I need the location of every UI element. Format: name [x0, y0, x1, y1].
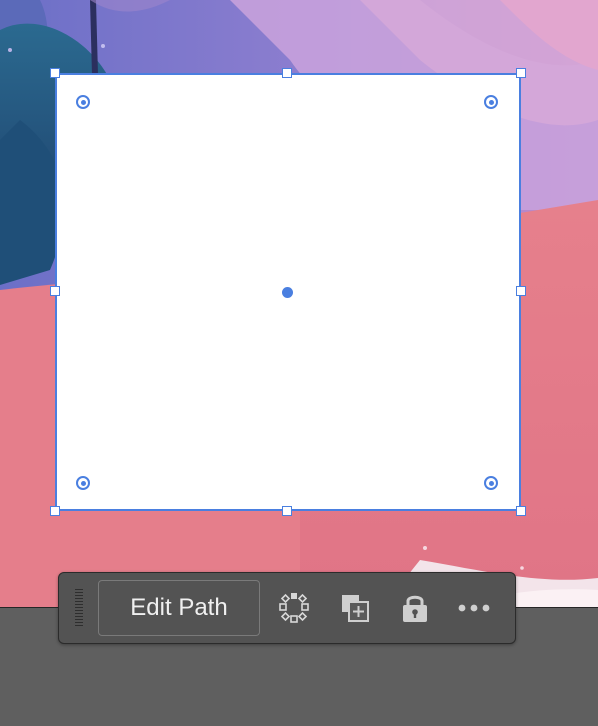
resize-handle-right[interactable] [516, 286, 526, 296]
lock-icon[interactable] [398, 591, 432, 625]
center-point[interactable] [281, 286, 293, 298]
resize-handle-bottom-right[interactable] [516, 506, 526, 516]
corner-radius-widget-bottom-right[interactable] [484, 476, 498, 490]
resize-handle-bottom[interactable] [282, 506, 292, 516]
resize-handle-top-left[interactable] [50, 68, 60, 78]
contextual-task-bar: Edit Path [58, 572, 516, 644]
resize-handle-left[interactable] [50, 286, 60, 296]
transform-points-icon[interactable] [277, 591, 311, 625]
drag-grip-icon[interactable] [75, 589, 83, 629]
resize-handle-top[interactable] [282, 68, 292, 78]
corner-radius-widget-top-left[interactable] [76, 95, 90, 109]
edit-path-button[interactable]: Edit Path [98, 580, 260, 636]
resize-handle-bottom-left[interactable] [50, 506, 60, 516]
more-icon[interactable] [457, 591, 491, 625]
corner-radius-widget-bottom-left[interactable] [76, 476, 90, 490]
corner-radius-widget-top-right[interactable] [484, 95, 498, 109]
duplicate-icon[interactable] [338, 591, 372, 625]
resize-handle-top-right[interactable] [516, 68, 526, 78]
